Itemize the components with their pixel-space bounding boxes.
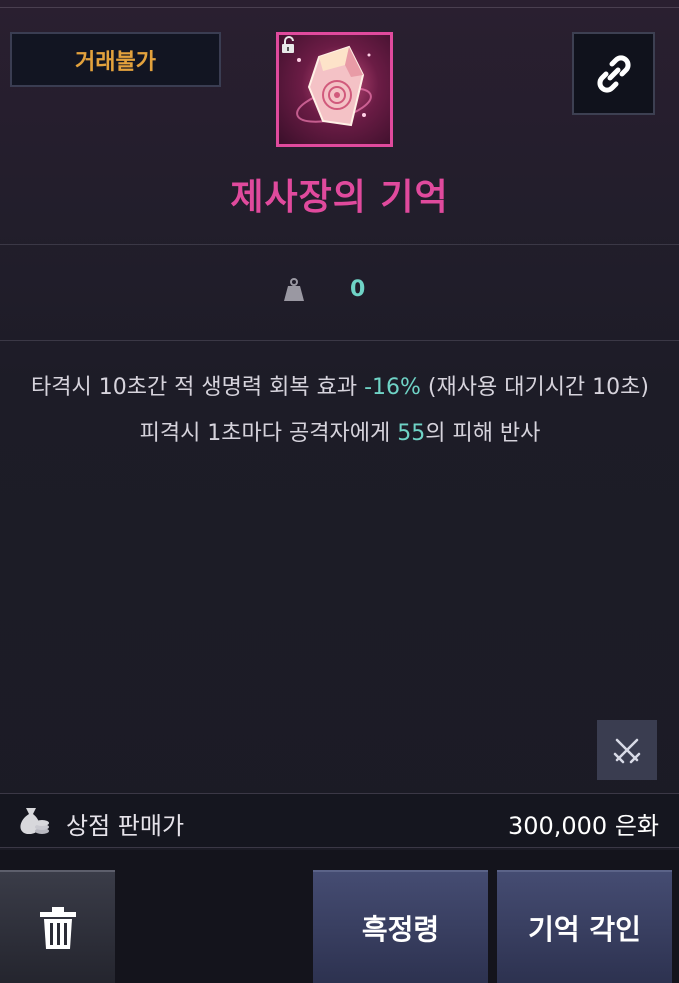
divider	[0, 340, 679, 341]
effect-line: 타격시 10초간 적 생명력 회복 효과 -16% (재사용 대기시간 10초)	[20, 368, 660, 408]
trade-status-badge: 거래불가	[10, 32, 221, 87]
black-spirit-button[interactable]: 흑정령	[313, 870, 488, 983]
shop-price-label: 상점 판매가	[66, 812, 185, 840]
crystal-item-icon	[276, 32, 393, 147]
effect-line: 피격시 1초마다 공격자에게 55의 피해 반사	[20, 414, 660, 454]
unlocked-padlock-icon	[282, 36, 294, 53]
compare-button[interactable]	[597, 720, 657, 780]
top-border	[0, 0, 679, 8]
link-button[interactable]	[572, 32, 655, 115]
link-icon	[596, 54, 631, 93]
delete-button[interactable]	[0, 870, 115, 983]
effect-text: 피격시 1초마다 공격자에게	[139, 421, 398, 446]
trash-icon	[39, 906, 76, 949]
crossed-swords-icon	[613, 738, 641, 764]
effect-text: 타격시 10초간 적 생명력 회복 효과	[31, 375, 365, 400]
shop-price-value: 300,000 은화	[507, 812, 659, 840]
item-name: 제사장의 기억	[230, 177, 449, 218]
item-effects: 타격시 10초간 적 생명력 회복 효과 -16% (재사용 대기시간 10초)…	[20, 368, 660, 460]
memory-engrave-label: 기억 각인	[528, 912, 641, 946]
effect-text: (재사용 대기시간 10초)	[420, 375, 649, 400]
effect-value: 55	[397, 421, 426, 446]
weight-icon	[284, 278, 304, 301]
weight-value: 0	[350, 277, 366, 302]
memory-engrave-button[interactable]: 기억 각인	[497, 870, 672, 983]
effect-text: 의 피해 반사	[425, 421, 541, 446]
effect-value: -16%	[364, 375, 421, 400]
black-spirit-label: 흑정령	[361, 912, 440, 946]
money-bag-icon	[20, 808, 49, 834]
trade-status-label: 거래불가	[75, 49, 156, 75]
shop-price-row: 상점 판매가 300,000 은화	[0, 793, 679, 848]
item-tooltip-panel: 거래불가 제사장의 기억 0 타격시 10초간 적 생명력 회복 효과 -16%…	[0, 0, 679, 850]
weight-row: 0	[0, 245, 679, 340]
